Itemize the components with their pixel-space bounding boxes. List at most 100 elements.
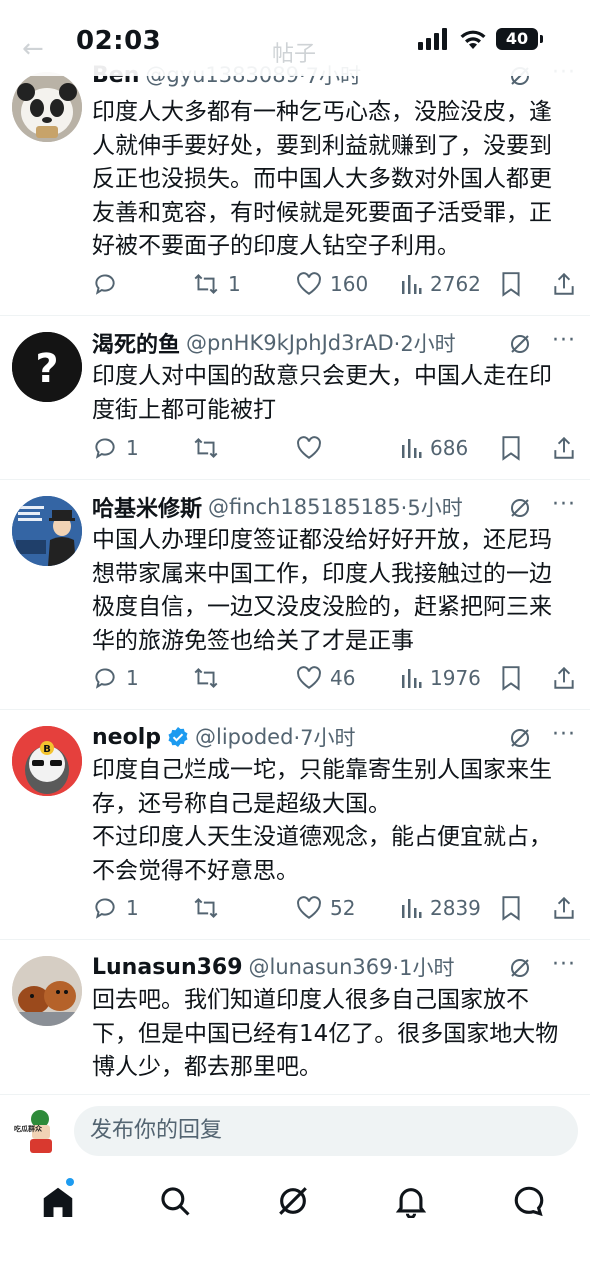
like-button[interactable]: 46 xyxy=(296,663,355,693)
svg-text:?: ? xyxy=(35,346,58,392)
reply-count: 1 xyxy=(126,436,139,460)
views-count: 2762 xyxy=(430,272,481,296)
reply-icon xyxy=(95,668,115,689)
bookmark-icon xyxy=(502,666,520,691)
views-button[interactable]: 2762 xyxy=(400,269,481,299)
battery-indicator: 40 xyxy=(496,28,543,50)
nav-messages[interactable] xyxy=(512,1184,552,1224)
grok-icon xyxy=(279,1187,307,1215)
author-handle[interactable]: @lipoded xyxy=(195,725,293,749)
reply-button[interactable]: 1 xyxy=(92,663,139,693)
tweet[interactable]: Ben @gyu1383089 ·7小时 ··· 印度人大多都有一种乞丐心态，没… xyxy=(0,60,590,316)
bitcoin-penguin-avatar[interactable]: B xyxy=(12,726,82,796)
like-count: 52 xyxy=(330,896,356,920)
like-button[interactable] xyxy=(296,433,330,463)
heart-icon xyxy=(297,896,321,919)
like-button[interactable]: 52 xyxy=(296,893,355,923)
views-icon xyxy=(402,439,422,458)
messages-icon xyxy=(514,1186,544,1217)
status-bar: ← 帖子 02:03 40 xyxy=(0,0,590,76)
more-icon[interactable]: ··· xyxy=(552,952,576,977)
retweet-button[interactable]: 1 xyxy=(192,269,241,299)
share-button[interactable] xyxy=(552,433,576,463)
views-button[interactable]: 1976 xyxy=(400,663,481,693)
bookmark-button[interactable] xyxy=(500,663,522,693)
reply-count: 1 xyxy=(126,666,139,690)
author-handle[interactable]: @lunasun369 xyxy=(249,955,393,979)
tweet[interactable]: B neolp @lipoded ·7小时 ··· 印度自己烂成一坨，只能靠寄生… xyxy=(0,710,590,940)
tweet-text: 中国人办理印度签证都没给好好开放，还尼玛想带家属来中国工作，印度人我接触过的一边… xyxy=(92,527,552,654)
retweet-count: 1 xyxy=(228,272,241,296)
views-icon xyxy=(402,669,422,688)
retweet-button[interactable] xyxy=(192,663,228,693)
views-count: 2839 xyxy=(430,896,481,920)
user-avatar[interactable]: 吃瓜群众 xyxy=(12,1107,58,1155)
share-icon xyxy=(554,896,574,919)
home-icon xyxy=(43,1187,73,1217)
back-arrow-icon[interactable]: ← xyxy=(22,34,44,64)
tweet[interactable]: Lunasun369 @lunasun369 ·1小时 ··· 回去吧。我们知道… xyxy=(0,940,590,1100)
tweet-text: 印度自己烂成一坨，只能靠寄生别人国家来生存，还号称自己是超级大国。 不过印度人天… xyxy=(92,757,552,884)
author-handle[interactable]: @finch185185185 xyxy=(208,495,401,519)
retweet-icon xyxy=(194,668,218,688)
nav-notifications[interactable] xyxy=(394,1184,434,1224)
notification-dot xyxy=(66,1178,74,1186)
heart-icon xyxy=(297,666,321,689)
retweet-button[interactable] xyxy=(192,433,228,463)
share-button[interactable] xyxy=(552,663,576,693)
reply-input[interactable]: 发布你的回复 xyxy=(74,1106,578,1156)
author-name[interactable]: 渴死的鱼 xyxy=(92,327,180,359)
svg-text:B: B xyxy=(43,744,51,755)
cellular-signal-icon xyxy=(418,28,450,50)
nav-home[interactable] xyxy=(40,1178,80,1224)
views-icon xyxy=(402,899,422,918)
share-button[interactable] xyxy=(552,893,576,923)
tweet[interactable]: ? 渴死的鱼 @pnHK9kJphJd3rAD ·2小时 ··· 印度人对中国的… xyxy=(0,316,590,480)
reply-count: 1 xyxy=(126,896,139,920)
bookmark-icon xyxy=(502,896,520,921)
views-button[interactable]: 2839 xyxy=(400,893,481,923)
more-icon[interactable]: ··· xyxy=(552,328,576,353)
like-button[interactable]: 160 xyxy=(296,269,368,299)
nav-grok[interactable] xyxy=(276,1184,316,1224)
author-name[interactable]: neolp xyxy=(92,725,161,750)
more-icon[interactable]: ··· xyxy=(552,492,576,517)
retweet-icon xyxy=(194,274,218,294)
reply-composer-bar: 吃瓜群众 发布你的回复 xyxy=(0,1094,590,1170)
author-name[interactable]: Lunasun369 xyxy=(92,955,243,980)
tweet-time: ·1小时 xyxy=(392,956,455,980)
like-count: 46 xyxy=(330,666,356,690)
views-count: 1976 xyxy=(430,666,481,690)
bookmark-button[interactable] xyxy=(500,433,522,463)
share-icon xyxy=(554,436,574,459)
cartoon-man-avatar[interactable] xyxy=(12,496,82,566)
tweet-text: 印度人对中国的敌意只会更大，中国人走在印度街上都可能被打 xyxy=(92,363,552,423)
tweet[interactable]: 哈基米修斯 @finch185185185 ·5小时 ··· 中国人办理印度签证… xyxy=(0,480,590,710)
more-icon[interactable]: ··· xyxy=(552,722,576,747)
views-button[interactable]: 686 xyxy=(400,433,468,463)
nav-search[interactable] xyxy=(158,1184,198,1224)
tweet-time: ·5小时 xyxy=(400,496,463,520)
bookmark-button[interactable] xyxy=(500,893,522,923)
share-button[interactable] xyxy=(552,269,576,299)
reply-icon xyxy=(95,898,115,919)
reply-button[interactable] xyxy=(92,269,126,299)
grok-icon[interactable] xyxy=(508,496,532,524)
author-handle[interactable]: @pnHK9kJphJd3rAD xyxy=(186,331,394,355)
tweet-time: ·2小时 xyxy=(393,332,456,356)
question-mark-avatar[interactable]: ? xyxy=(12,332,82,402)
search-icon xyxy=(161,1187,190,1216)
reply-button[interactable]: 1 xyxy=(92,893,139,923)
avatar-caption: 吃瓜群众 xyxy=(14,1124,43,1133)
bookmark-button[interactable] xyxy=(500,269,522,299)
grok-icon[interactable] xyxy=(508,956,532,984)
reply-button[interactable]: 1 xyxy=(92,433,139,463)
grok-icon[interactable] xyxy=(508,726,532,754)
like-count: 160 xyxy=(330,272,369,296)
panda-avatar[interactable] xyxy=(12,72,82,142)
grok-icon[interactable] xyxy=(508,332,532,360)
retweet-button[interactable] xyxy=(192,893,228,923)
tweet-time: ·7小时 xyxy=(293,726,356,750)
author-name[interactable]: 哈基米修斯 xyxy=(92,491,202,523)
dogs-avatar[interactable] xyxy=(12,956,82,1026)
